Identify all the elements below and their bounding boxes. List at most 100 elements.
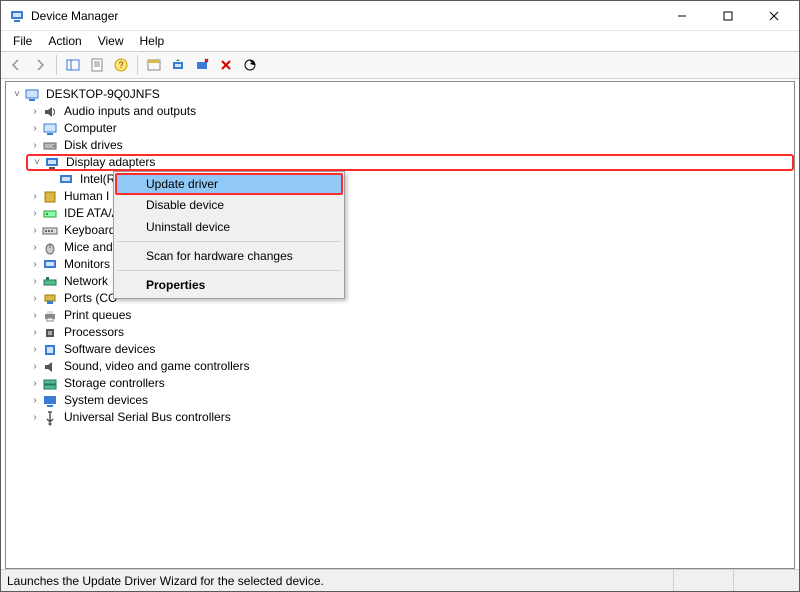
tree-category[interactable]: › System devices xyxy=(6,392,794,409)
tree-label: Ports (CO xyxy=(62,290,119,307)
toolbar-icon[interactable] xyxy=(143,54,165,76)
tree-category[interactable]: › Disk drives xyxy=(6,137,794,154)
close-button[interactable] xyxy=(751,1,797,31)
collapse-icon[interactable]: ˅ xyxy=(30,154,44,171)
ctx-properties[interactable]: Properties xyxy=(116,274,342,296)
hid-icon xyxy=(42,189,58,205)
ports-icon xyxy=(42,291,58,307)
expand-icon[interactable]: › xyxy=(28,358,42,375)
uninstall-button[interactable] xyxy=(215,54,237,76)
tree-label: Mice and xyxy=(62,239,115,256)
forward-button[interactable] xyxy=(29,54,51,76)
computer-icon xyxy=(24,87,40,103)
tree-label: Universal Serial Bus controllers xyxy=(62,409,233,426)
expand-icon[interactable]: › xyxy=(28,120,42,137)
collapse-icon[interactable]: ˅ xyxy=(10,86,24,103)
properties-button[interactable] xyxy=(86,54,108,76)
expand-icon[interactable]: › xyxy=(28,222,42,239)
system-icon xyxy=(42,393,58,409)
processor-icon xyxy=(42,325,58,341)
ctx-scan-hardware[interactable]: Scan for hardware changes xyxy=(116,245,342,267)
expand-icon[interactable]: › xyxy=(28,205,42,222)
expand-icon[interactable]: › xyxy=(28,307,42,324)
tree-category-display-adapters[interactable]: ˅ Display adapters xyxy=(26,154,794,171)
show-hide-tree-button[interactable] xyxy=(62,54,84,76)
minimize-button[interactable] xyxy=(659,1,705,31)
toolbar: ? xyxy=(1,51,799,79)
tree-label: Display adapters xyxy=(64,154,157,171)
svg-text:?: ? xyxy=(118,60,123,70)
update-driver-button[interactable] xyxy=(167,54,189,76)
expand-icon[interactable]: › xyxy=(28,392,42,409)
storage-icon xyxy=(42,376,58,392)
keyboard-icon xyxy=(42,223,58,239)
usb-icon xyxy=(42,410,58,426)
status-cell xyxy=(733,570,793,591)
back-button[interactable] xyxy=(5,54,27,76)
expand-icon[interactable]: › xyxy=(28,290,42,307)
expand-icon[interactable]: › xyxy=(28,188,42,205)
tree-category[interactable]: › Storage controllers xyxy=(6,375,794,392)
expand-icon[interactable]: › xyxy=(28,137,42,154)
expand-icon[interactable]: › xyxy=(28,324,42,341)
expand-icon[interactable]: › xyxy=(28,239,42,256)
expand-icon[interactable]: › xyxy=(28,256,42,273)
tree-label: Keyboard xyxy=(62,222,117,239)
context-menu: Update driver Disable device Uninstall d… xyxy=(113,171,345,299)
status-cell xyxy=(673,570,733,591)
printer-icon xyxy=(42,308,58,324)
ide-icon xyxy=(42,206,58,222)
menu-file[interactable]: File xyxy=(5,32,40,50)
expand-icon[interactable]: › xyxy=(28,375,42,392)
menu-help[interactable]: Help xyxy=(132,32,173,50)
ctx-separator xyxy=(117,270,341,271)
expand-icon[interactable]: › xyxy=(28,103,42,120)
ctx-update-driver[interactable]: Update driver xyxy=(115,173,343,195)
tree-label: Human I xyxy=(62,188,111,205)
display-adapter-icon xyxy=(44,155,60,171)
expand-icon[interactable]: › xyxy=(28,273,42,290)
expand-icon[interactable]: › xyxy=(28,341,42,358)
status-text: Launches the Update Driver Wizard for th… xyxy=(7,574,324,588)
monitor-icon xyxy=(42,257,58,273)
toolbar-separator xyxy=(137,55,138,75)
menu-view[interactable]: View xyxy=(90,32,132,50)
tree-label: Storage controllers xyxy=(62,375,167,392)
toolbar-separator xyxy=(56,55,57,75)
tree-label: Intel(R xyxy=(78,171,117,188)
tree-root-label: DESKTOP-9Q0JNFS xyxy=(44,86,162,103)
tree-label: Software devices xyxy=(62,341,157,358)
display-adapter-icon xyxy=(58,172,74,188)
ctx-disable-device[interactable]: Disable device xyxy=(116,194,342,216)
help-button[interactable]: ? xyxy=(110,54,132,76)
disable-button[interactable] xyxy=(191,54,213,76)
window-title: Device Manager xyxy=(31,9,659,23)
ctx-separator xyxy=(117,241,341,242)
tree-category[interactable]: › Print queues xyxy=(6,307,794,324)
app-icon xyxy=(9,8,25,24)
ctx-uninstall-device[interactable]: Uninstall device xyxy=(116,216,342,238)
disk-icon xyxy=(42,138,58,154)
device-tree[interactable]: ˅ DESKTOP-9Q0JNFS › Audio inputs and out… xyxy=(5,81,795,569)
network-icon xyxy=(42,274,58,290)
mouse-icon xyxy=(42,240,58,256)
tree-category[interactable]: › Processors xyxy=(6,324,794,341)
expand-icon[interactable]: › xyxy=(28,409,42,426)
tree-label: Network xyxy=(62,273,110,290)
statusbar: Launches the Update Driver Wizard for th… xyxy=(1,569,799,591)
tree-category[interactable]: › Software devices xyxy=(6,341,794,358)
tree-root[interactable]: ˅ DESKTOP-9Q0JNFS xyxy=(6,86,794,103)
tree-category[interactable]: › Universal Serial Bus controllers xyxy=(6,409,794,426)
computer-icon xyxy=(42,121,58,137)
audio-icon xyxy=(42,104,58,120)
maximize-button[interactable] xyxy=(705,1,751,31)
tree-label: System devices xyxy=(62,392,150,409)
tree-label: Print queues xyxy=(62,307,133,324)
tree-category[interactable]: › Sound, video and game controllers xyxy=(6,358,794,375)
scan-hardware-button[interactable] xyxy=(239,54,261,76)
tree-label: Computer xyxy=(62,120,119,137)
menu-action[interactable]: Action xyxy=(40,32,89,50)
tree-category[interactable]: › Audio inputs and outputs xyxy=(6,103,794,120)
tree-category[interactable]: › Computer xyxy=(6,120,794,137)
tree-label: Sound, video and game controllers xyxy=(62,358,251,375)
